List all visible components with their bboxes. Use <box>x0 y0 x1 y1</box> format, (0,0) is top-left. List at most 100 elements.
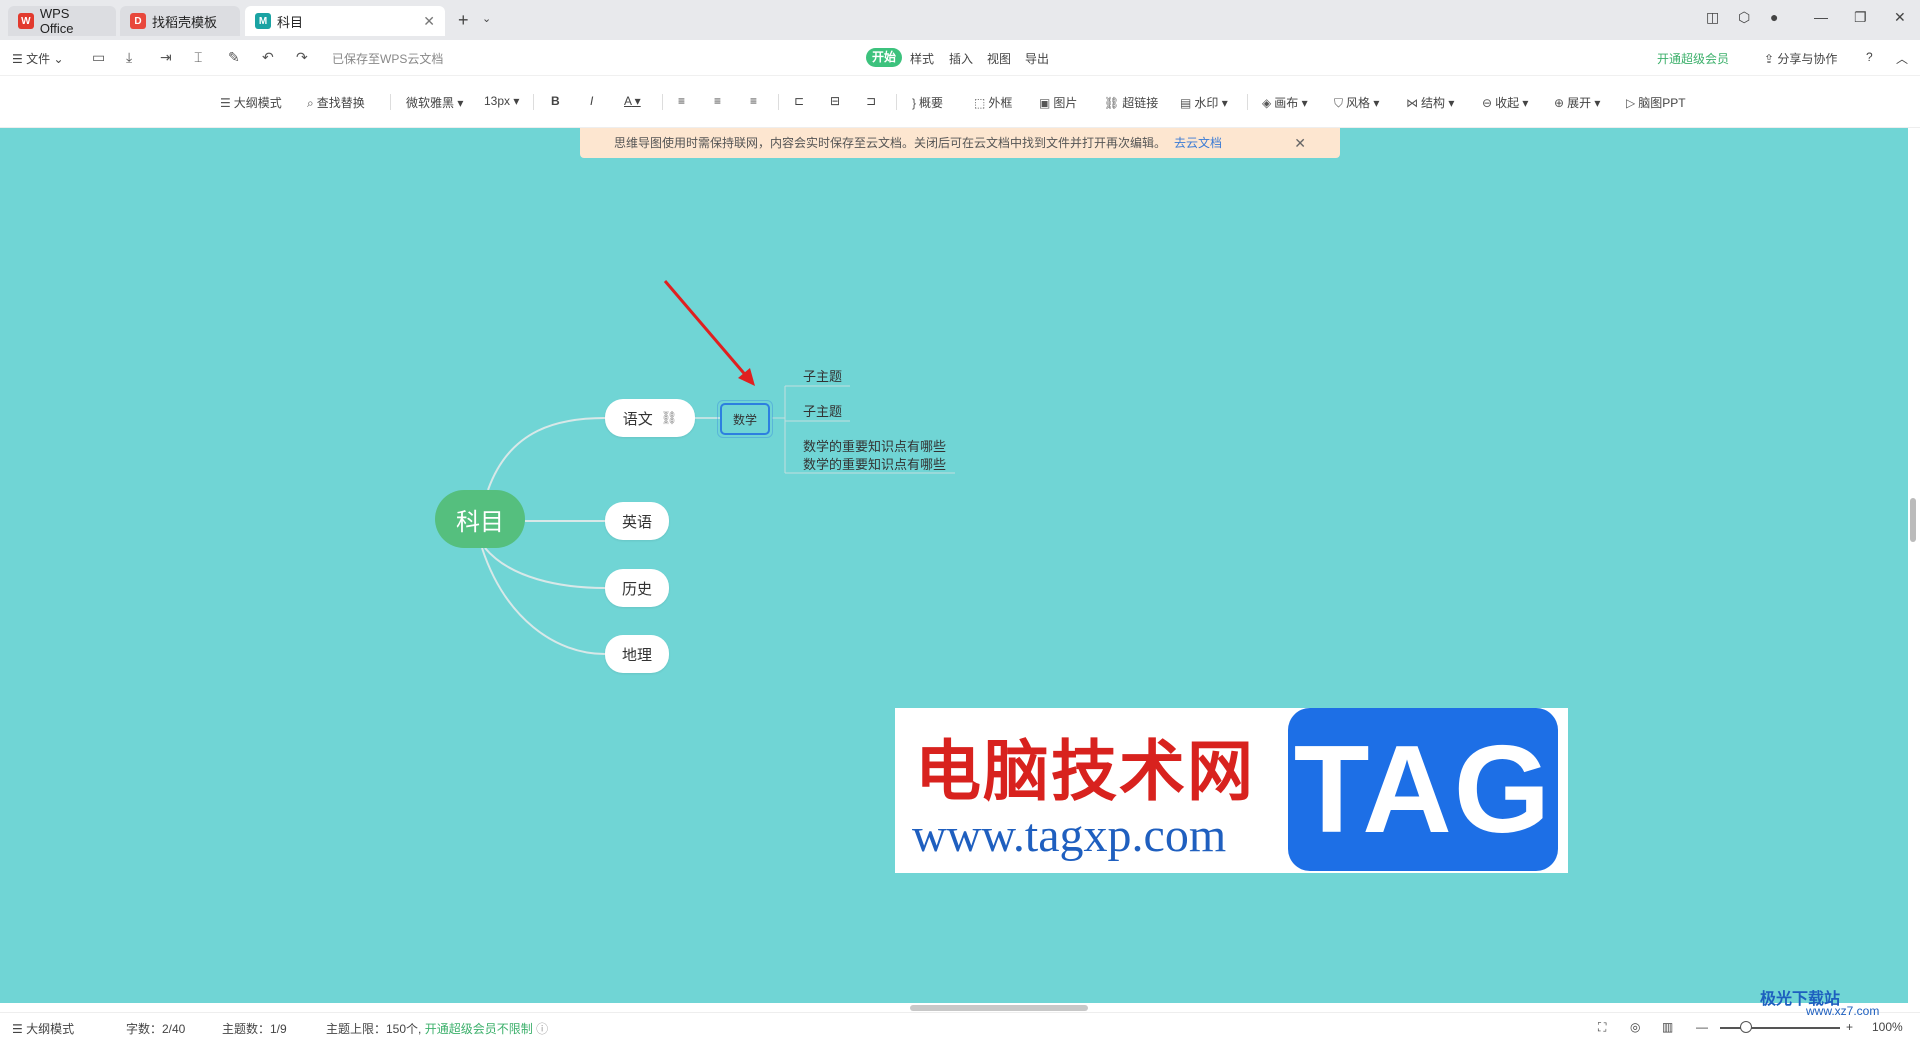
cube-icon[interactable]: ⬡ <box>1738 9 1750 26</box>
minimize-icon[interactable]: — <box>1814 9 1828 25</box>
pen-icon[interactable]: ✎ <box>228 49 240 66</box>
fit-screen-icon[interactable]: ⛶ <box>1598 1020 1606 1035</box>
link-icon[interactable]: ⛓ <box>661 410 678 426</box>
tab-view[interactable]: 视图 <box>987 50 1011 67</box>
hyperlink-button[interactable]: ⛓ 超链接 <box>1104 94 1158 111</box>
help-icon[interactable]: ? <box>1866 50 1873 64</box>
zoom-in-icon[interactable]: + <box>1846 1020 1853 1034</box>
selected-node-math[interactable]: 数学 <box>717 400 773 438</box>
save-icon[interactable]: ▭ <box>92 49 105 66</box>
font-color-button[interactable]: A ▾ <box>624 94 641 108</box>
collapse-button[interactable]: ⊖ 收起 ▾ <box>1482 94 1528 111</box>
zoom-slider-knob[interactable] <box>1740 1021 1752 1033</box>
close-window-icon[interactable]: ✕ <box>1894 9 1906 26</box>
plus-circle-icon: ⊕ <box>1554 96 1565 110</box>
collapse-ribbon-icon[interactable]: ︿ <box>1896 50 1908 67</box>
link-icon: ⛓ <box>1104 96 1120 110</box>
file-menu[interactable]: ☰ 文件 ⌄ <box>12 50 64 67</box>
redo-icon[interactable]: ↷ <box>296 49 308 66</box>
frame-label: 外框 <box>988 96 1013 110</box>
vip-link[interactable]: 开通超级会员 <box>1657 50 1729 67</box>
outline-icon: ☰ <box>220 96 231 110</box>
root-node[interactable]: 科目 <box>435 490 525 548</box>
italic-button[interactable]: I <box>590 94 593 108</box>
zoom-slider[interactable] <box>1720 1027 1840 1029</box>
restore-icon[interactable]: ❐ <box>1854 9 1867 26</box>
summary-button[interactable]: } 概要 <box>912 94 943 111</box>
style-button[interactable]: ⛉ 风格 ▾ <box>1334 94 1379 111</box>
expand-button[interactable]: ⊕ 展开 ▾ <box>1554 94 1600 111</box>
share-button[interactable]: ⇪ 分享与协作 <box>1764 50 1837 67</box>
horizontal-scroll-thumb[interactable] <box>910 1005 1088 1011</box>
branch-node-history[interactable]: 历史 <box>605 569 669 607</box>
topic-count: 主题数：1/9 <box>222 1022 287 1036</box>
font-select[interactable]: 微软雅黑 ▾ <box>406 94 463 111</box>
find-replace-label: 查找替换 <box>316 96 365 110</box>
watermark-icon: ▤ <box>1180 96 1192 110</box>
chevron-down-icon[interactable]: ⌄ <box>482 12 491 25</box>
presentation-icon: ▷ <box>1626 96 1636 110</box>
minus-circle-icon: ⊖ <box>1482 96 1493 110</box>
vertical-scroll-thumb[interactable] <box>1910 498 1916 542</box>
branch-node-english[interactable]: 英语 <box>605 502 669 540</box>
align-left-icon[interactable]: ≡ <box>678 94 685 108</box>
corner-watermark-url: www.xz7.com <box>1806 1004 1880 1018</box>
close-tab-icon[interactable]: ✕ <box>423 13 435 30</box>
subtopic-node[interactable]: 数学的重要知识点有哪些 <box>803 436 946 455</box>
add-parent-icon[interactable]: ⊐ <box>866 94 876 108</box>
find-replace-button[interactable]: ⌕ 查找替换 <box>307 94 365 111</box>
watermark-title: 电脑技术网 <box>915 732 1255 810</box>
structure-button[interactable]: ⋈ 结构 ▾ <box>1406 94 1454 111</box>
subtopic-node[interactable]: 子主题 <box>803 366 842 385</box>
collapse-label: 收起 <box>1495 96 1520 110</box>
tab-template[interactable]: D 找稻壳模板 <box>120 6 240 36</box>
watermark-url: www.tagxp.com <box>912 809 1227 862</box>
image-button[interactable]: ▣ 图片 <box>1039 94 1077 111</box>
new-tab-icon[interactable]: + <box>458 10 469 31</box>
status-bar: ☰ 大纲模式 字数：2/40 主题数：1/9 主题上限：150个, 开通超级会员… <box>0 1012 1920 1040</box>
divider <box>390 94 391 110</box>
tab-style[interactable]: 样式 <box>910 50 934 67</box>
vertical-scrollbar[interactable] <box>1908 128 1920 1003</box>
subtopic-node[interactable]: 子主题 <box>803 401 842 420</box>
avatar[interactable]: ● <box>1770 9 1778 25</box>
add-sibling-icon[interactable]: ⊟ <box>830 94 840 108</box>
map-icon[interactable]: ▥ <box>1662 1020 1673 1034</box>
undo-icon[interactable]: ↶ <box>262 49 274 66</box>
question-icon[interactable]: ⓘ <box>536 1022 548 1036</box>
add-child-icon[interactable]: ⊏ <box>794 94 804 108</box>
watermark-button[interactable]: ▤ 水印 ▾ <box>1180 94 1228 111</box>
align-center-icon[interactable]: ≡ <box>714 94 721 108</box>
tab-start[interactable]: 开始 <box>866 48 902 67</box>
bold-button[interactable]: B <box>551 94 560 108</box>
title-bar: W WPS Office D 找稻壳模板 M 科目 ✕ + ⌄ ◫ ⬡ ● — … <box>0 0 1920 40</box>
locate-icon[interactable]: ◎ <box>1630 1020 1640 1034</box>
font-size-select[interactable]: 13px ▾ <box>484 94 519 108</box>
topic-limit: 主题上限：150个, 开通超级会员不限制 ⓘ <box>326 1020 548 1037</box>
branch-node-geography[interactable]: 地理 <box>605 635 669 673</box>
tab-export[interactable]: 导出 <box>1025 50 1049 67</box>
topic-limit-label: 主题上限：150个, <box>326 1022 422 1036</box>
format-painter-icon[interactable]: ⌶ <box>194 49 202 66</box>
to-ppt-button[interactable]: ▷ 脑图PPT <box>1626 94 1686 111</box>
layout-icon[interactable]: ◫ <box>1706 9 1719 26</box>
tab-insert[interactable]: 插入 <box>949 50 973 67</box>
branch-node-chinese[interactable]: 语文 ⛓ <box>605 399 695 437</box>
wps-logo-icon: W <box>18 13 34 29</box>
zoom-out-icon[interactable]: — <box>1696 1020 1708 1034</box>
outline-mode-button[interactable]: ☰ 大纲模式 <box>220 94 282 111</box>
divider <box>533 94 534 110</box>
mindmap-file-icon: M <box>255 13 271 29</box>
font-value: 微软雅黑 <box>406 96 455 110</box>
frame-button[interactable]: ⬚ 外框 <box>974 94 1012 111</box>
tab-wps-office[interactable]: W WPS Office <box>8 6 116 36</box>
vip-unlimited-link[interactable]: 开通超级会员不限制 <box>425 1022 533 1036</box>
canvas-button[interactable]: ◈ 画布 ▾ <box>1262 94 1308 111</box>
download-icon[interactable]: ⤓ <box>126 49 132 66</box>
import-icon[interactable]: ⇥ <box>160 49 172 66</box>
status-outline-mode[interactable]: ☰ 大纲模式 <box>12 1020 74 1037</box>
tab-document[interactable]: M 科目 ✕ <box>245 6 445 36</box>
subtopic-node[interactable]: 数学的重要知识点有哪些 <box>803 454 946 473</box>
frame-icon: ⬚ <box>974 96 986 110</box>
align-right-icon[interactable]: ≡ <box>750 94 757 108</box>
